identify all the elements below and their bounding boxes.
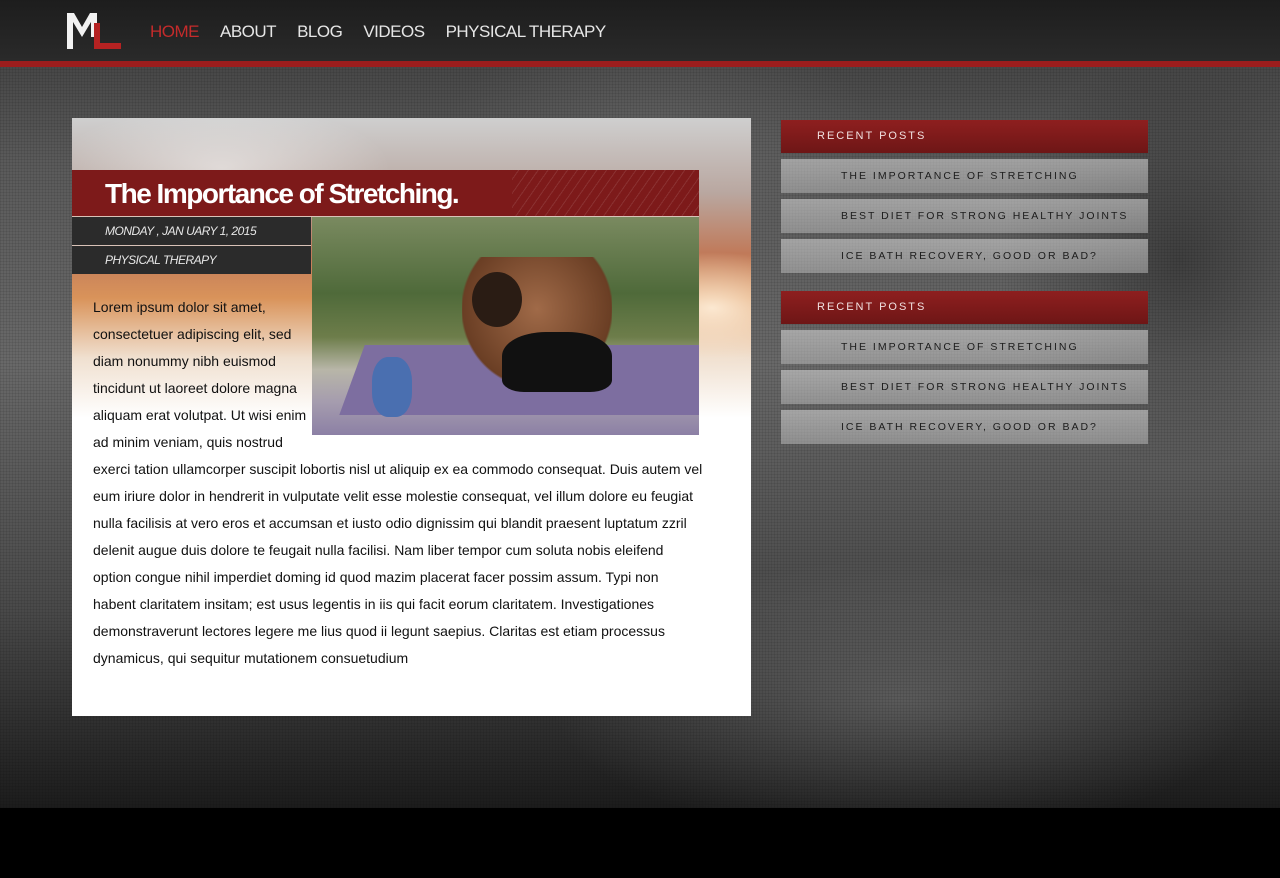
logo-icon[interactable] <box>67 13 121 49</box>
header-bar: HOME ABOUT BLOG VIDEOS PHYSICAL THERAPY <box>0 0 1280 61</box>
recent-post-link[interactable]: ICE BATH RECOVERY, GOOD OR BAD? <box>781 410 1148 444</box>
recent-post-link[interactable]: BEST DIET FOR STRONG HEALTHY JOINTS <box>781 370 1148 404</box>
header-accent-line <box>0 61 1280 67</box>
recent-posts-group: RECENT POSTS THE IMPORTANCE OF STRETCHIN… <box>781 291 1148 444</box>
nav-home[interactable]: HOME <box>150 20 200 44</box>
article-card: The Importance of Stretching. MONDAY , J… <box>72 118 751 716</box>
recent-posts-heading: RECENT POSTS <box>781 291 1148 324</box>
article-title-bar: The Importance of Stretching. <box>72 170 699 217</box>
footer-band <box>0 808 1280 878</box>
article-date-row: MONDAY , JAN UARY 1, 2015 <box>72 217 311 246</box>
recent-post-link[interactable]: BEST DIET FOR STRONG HEALTHY JOINTS <box>781 199 1148 233</box>
recent-post-link[interactable]: ICE BATH RECOVERY, GOOD OR BAD? <box>781 239 1148 273</box>
nav-blog[interactable]: BLOG <box>297 20 343 44</box>
article-date: MONDAY , JAN UARY 1, 2015 <box>105 224 257 238</box>
article-title[interactable]: The Importance of Stretching. <box>105 178 460 210</box>
nav-physical-therapy[interactable]: PHYSICAL THERAPY <box>446 20 607 44</box>
main-nav: HOME ABOUT BLOG VIDEOS PHYSICAL THERAPY <box>150 20 627 44</box>
article-category[interactable]: PHYSICAL THERAPY <box>105 253 217 267</box>
nav-videos[interactable]: VIDEOS <box>363 20 425 44</box>
recent-post-link[interactable]: THE IMPORTANCE OF STRETCHING <box>781 330 1148 364</box>
article-category-row: PHYSICAL THERAPY <box>72 246 311 274</box>
article-body: Lorem ipsum dolor sit amet, consectetuer… <box>93 294 703 672</box>
recent-post-link[interactable]: THE IMPORTANCE OF STRETCHING <box>781 159 1148 193</box>
recent-posts-heading: RECENT POSTS <box>781 120 1148 153</box>
sidebar: RECENT POSTS THE IMPORTANCE OF STRETCHIN… <box>781 120 1148 444</box>
nav-about[interactable]: ABOUT <box>220 20 277 44</box>
recent-posts-group: RECENT POSTS THE IMPORTANCE OF STRETCHIN… <box>781 120 1148 273</box>
